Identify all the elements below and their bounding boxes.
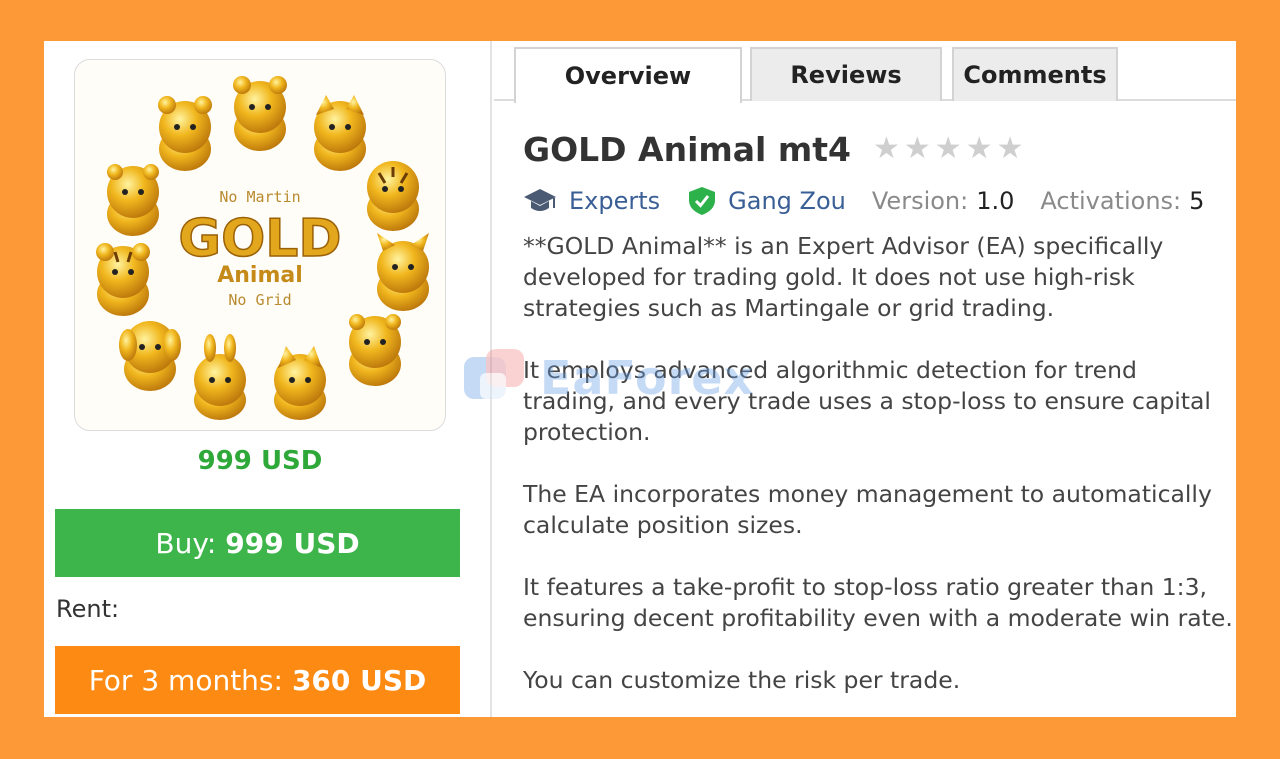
description-paragraph: The EA incorporates money management to … — [523, 480, 1212, 539]
gold-animal-figure — [194, 334, 246, 420]
star-icon[interactable]: ★ — [966, 134, 993, 164]
tab-reviews[interactable]: Reviews — [750, 47, 942, 101]
activations-value: 5 — [1189, 187, 1205, 215]
details-panel: Overview Reviews Comments GOLD Animal mt… — [494, 41, 1236, 717]
product-title: GOLD Animal mt4 — [523, 129, 851, 169]
star-icon[interactable]: ★ — [904, 134, 931, 164]
description-paragraph: It features a take-profit to stop-loss r… — [523, 573, 1233, 632]
image-text-line2: GOLD — [178, 209, 341, 269]
author-link[interactable]: Gang Zou — [728, 187, 846, 215]
description-paragraph: It employs advanced algorithmic detectio… — [523, 356, 1211, 446]
gold-animal-figure — [274, 346, 326, 420]
gold-animal-figure — [349, 314, 401, 386]
star-icon[interactable]: ★ — [873, 134, 900, 164]
rent-label: Rent: — [56, 595, 120, 623]
version-label: Version: — [871, 187, 969, 215]
rating-stars[interactable]: ★ ★ ★ ★ ★ — [873, 134, 1028, 164]
image-text-line3: Animal — [217, 263, 303, 288]
product-meta: Experts Gang Zou Version: 1.0 Activation… — [523, 183, 1233, 219]
description: **GOLD Animal** is an Expert Advisor (EA… — [523, 231, 1233, 696]
rent-button[interactable]: For 3 months: 360 USD — [55, 646, 460, 714]
tab-overview[interactable]: Overview — [514, 47, 742, 103]
tab-bar: Overview Reviews Comments — [494, 41, 1236, 103]
purchase-panel: No Martin GOLD Animal No Grid 999 USD Bu… — [44, 41, 492, 717]
gold-animal-figure — [367, 161, 419, 231]
gold-animal-figure — [96, 243, 150, 316]
gold-animal-figure — [233, 76, 287, 151]
image-text-line1: No Martin — [219, 188, 300, 206]
gold-animal-figure — [119, 321, 181, 391]
star-icon[interactable]: ★ — [935, 134, 962, 164]
description-paragraph: You can customize the risk per trade. — [523, 666, 961, 694]
image-text-line4: No Grid — [228, 291, 291, 309]
buy-button-label: Buy: — [155, 526, 217, 560]
buy-button-amount: 999 USD — [225, 526, 360, 560]
rent-button-amount: 360 USD — [291, 663, 427, 697]
gold-animal-figure — [107, 164, 159, 236]
category-link[interactable]: Experts — [569, 187, 660, 215]
graduation-cap-icon — [523, 186, 557, 216]
version-value: 1.0 — [976, 187, 1015, 215]
description-paragraph: **GOLD Animal** is an Expert Advisor (EA… — [523, 232, 1164, 322]
price-label: 999 USD — [197, 446, 323, 476]
activations-label: Activations: — [1040, 187, 1182, 215]
product-image: No Martin GOLD Animal No Grid — [74, 59, 446, 431]
gold-animal-figure — [158, 96, 212, 171]
overview-content: GOLD Animal mt4 ★ ★ ★ ★ ★ Experts Gang Z… — [523, 127, 1233, 717]
product-card: No Martin GOLD Animal No Grid 999 USD Bu… — [44, 41, 1236, 717]
star-icon[interactable]: ★ — [997, 134, 1024, 164]
tab-comments[interactable]: Comments — [952, 47, 1118, 101]
rent-button-label: For 3 months: — [88, 663, 283, 697]
gold-animal-figure — [314, 95, 366, 171]
verified-shield-icon — [688, 186, 716, 216]
buy-button[interactable]: Buy: 999 USD — [55, 509, 460, 577]
gold-animal-figure — [377, 233, 429, 311]
